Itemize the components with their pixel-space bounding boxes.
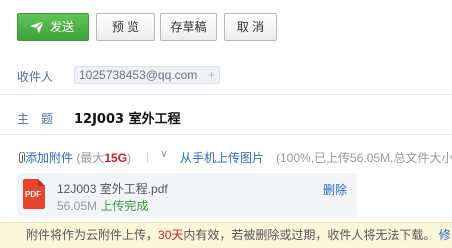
notice-days: 30天 (158, 228, 184, 242)
file-size: 56.05M (57, 199, 98, 213)
add-recipient-icon[interactable]: + (208, 67, 215, 83)
save-draft-button[interactable]: 存草稿 (160, 13, 217, 41)
divider (0, 134, 452, 135)
send-label: 发送 (50, 20, 75, 34)
recipient-label: 收件人 (17, 70, 54, 84)
subject-label: 主 题 (17, 112, 54, 126)
notice-text-after: 内有效，若被删除或过期，收件人将无法下载。 (183, 228, 436, 242)
cloud-attachment-notice: 附件将作为云附件上传，30天内有效，若被删除或过期，收件人将无法下载。 修 (0, 222, 452, 248)
paper-plane-icon (30, 21, 44, 33)
upload-quota: (100%,已上传56.05M,总文件大小 (276, 151, 452, 165)
subject-input[interactable]: 12J003 室外工程 (74, 108, 181, 127)
separator: | (146, 149, 150, 163)
attachment-item: PDF 12J003 室外工程.pdf 56.05M 上传完成 删除 (17, 173, 357, 217)
size-limit-prefix: (最大 (76, 151, 105, 165)
attachment-bar: 添加附件 (最大15G) (17, 149, 131, 166)
pdf-file-icon: PDF (23, 179, 45, 209)
size-limit-suffix: ) (127, 151, 132, 165)
add-attachment-link[interactable]: 添加附件 (25, 151, 73, 165)
notice-link[interactable]: 修 (439, 228, 451, 242)
size-limit-value: 15G (104, 151, 128, 165)
cancel-button[interactable]: 取 消 (224, 13, 277, 41)
preview-button[interactable]: 预 览 (96, 13, 155, 41)
recipient-chip-text: 1025738453@qq.com (79, 68, 198, 82)
paperclip-icon (19, 151, 25, 163)
recipient-chip[interactable]: 1025738453@qq.com + (74, 66, 220, 84)
send-button[interactable]: 发送 (17, 13, 89, 41)
phone-upload-link[interactable]: 从手机上传图片 (180, 149, 264, 166)
delete-attachment-link[interactable]: 删除 (323, 181, 347, 198)
notice-text-before: 附件将作为云附件上传， (26, 228, 159, 242)
divider (0, 94, 452, 95)
upload-status: 上传完成 (100, 199, 149, 213)
file-name: 12J003 室外工程.pdf (57, 182, 168, 196)
chevron-down-icon[interactable]: ∨ (160, 147, 168, 160)
